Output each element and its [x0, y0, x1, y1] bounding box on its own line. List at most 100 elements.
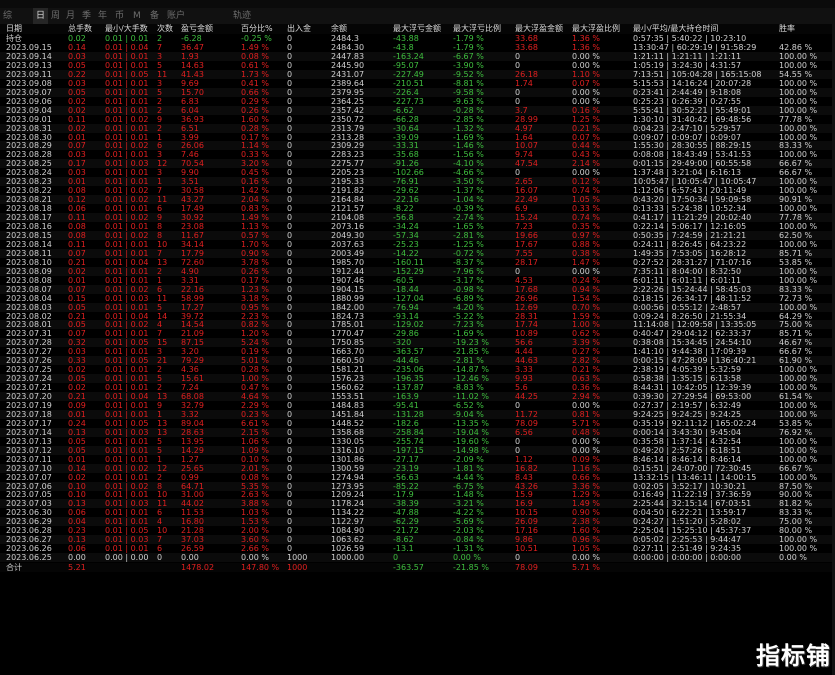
table-row[interactable]: 2023.07.19 0.09 0.01 | 0.01 9 32.79 2.29 % 0 14… — [0, 401, 835, 410]
table-row[interactable]: 2023.07.14 0.13 0.01 | 0.03 13 28.63 2.15 % 0 1… — [0, 428, 835, 437]
cell-lots: 0.22 — [68, 70, 86, 79]
table-row[interactable]: 2023.07.05 0.10 0.01 | 0.01 10 31.00 2.63 % 0 1… — [0, 490, 835, 499]
table-row[interactable]: 2023.08.25 0.17 0.01 | 0.03 12 70.54 3.20 % 0 2… — [0, 159, 835, 168]
table-row[interactable]: 2023.08.08 0.01 0.01 | 0.01 1 3.31 0.17 % 0 190… — [0, 276, 835, 285]
table-row[interactable]: 2023.08.15 0.08 0.01 | 0.02 8 11.67 0.57 % 0 20… — [0, 231, 835, 240]
tab-10[interactable]: 轨迹 — [233, 8, 251, 24]
cell-minmax: 0.01 | 0.01 — [105, 240, 149, 249]
table-row[interactable]: 2023.08.29 0.07 0.01 | 0.02 6 26.06 1.14 % 0 23… — [0, 141, 835, 150]
table-row[interactable]: 2023.08.22 0.08 0.01 | 0.02 7 30.58 1.42 % 0 21… — [0, 186, 835, 195]
table-row[interactable]: 2023.07.21 0.02 0.01 | 0.01 2 7.24 0.47 % 0 156… — [0, 383, 835, 392]
table-row[interactable]: 2023.08.28 0.03 0.01 | 0.01 3 7.46 0.33 % 0 228… — [0, 150, 835, 159]
cell-pnl: 11.53 — [181, 508, 204, 517]
table-row[interactable]: 2023.07.26 0.33 0.01 | 0.05 21 79.29 5.01 % 0 1… — [0, 356, 835, 365]
table-row[interactable]: 2023.06.28 0.23 0.01 | 0.05 10 21.28 2.00 % 0 1… — [0, 526, 835, 535]
cell-flmoney: -6.62 — [393, 106, 414, 115]
tab-7[interactable]: M — [133, 8, 141, 24]
table-row[interactable]: 2023.08.18 0.06 0.01 | 0.01 6 17.49 0.83 % 0 21… — [0, 204, 835, 213]
table-row[interactable]: 2023.08.09 0.02 0.01 | 0.01 2 4.90 0.26 % 0 191… — [0, 267, 835, 276]
tab-3[interactable]: 月 — [66, 8, 75, 24]
table-row[interactable]: 2023.07.10 0.14 0.01 | 0.02 12 25.65 2.01 % 0 1… — [0, 464, 835, 473]
table-row[interactable]: 2023.09.13 0.05 0.01 | 0.01 5 14.63 0.61 % 0 24… — [0, 61, 835, 70]
table-row[interactable]: 2023.07.20 0.21 0.01 | 0.04 13 68.08 4.64 % 0 1… — [0, 392, 835, 401]
cell-fpmoney: 44.25 — [515, 392, 538, 401]
cell-winrate: 100.00 % — [779, 61, 818, 70]
tab-1[interactable]: 日 — [33, 8, 49, 24]
cell-flmoney: -163.9 — [393, 392, 419, 401]
table-row[interactable]: 2023.08.01 0.05 0.01 | 0.02 4 14.54 0.82 % 0 17… — [0, 320, 835, 329]
cell-winrate: 77.78 % — [779, 213, 813, 222]
tab-5[interactable]: 年 — [98, 8, 107, 24]
cell-pct: 0.26 % — [241, 267, 269, 276]
table-row[interactable]: 2023.07.18 0.01 0.01 | 0.01 1 3.32 0.23 % 0 145… — [0, 410, 835, 419]
cell-time: 0:08:08 | 18:43:49 | 53:41:53 — [633, 150, 752, 159]
table-row[interactable]: 2023.08.17 0.11 0.01 | 0.02 9 30.92 1.49 % 0 21… — [0, 213, 835, 222]
cell-pnl: 0.99 — [181, 473, 199, 482]
cell-winrate: 100.00 % — [779, 276, 818, 285]
table-row[interactable]: 2023.06.26 0.06 0.01 | 0.01 6 26.59 2.66 % 0 10… — [0, 544, 835, 553]
cell-flpct: -8.37 % — [453, 258, 484, 267]
table-row[interactable]: 2023.07.31 0.07 0.01 | 0.01 7 21.09 1.20 % 0 17… — [0, 329, 835, 338]
table-row[interactable]: 2023.07.13 0.05 0.01 | 0.01 5 13.95 1.06 % 0 13… — [0, 437, 835, 446]
cell-minmax: 0.01 | 0.02 — [105, 231, 149, 240]
table-row[interactable]: 2023.07.24 0.05 0.01 | 0.01 5 15.61 1.00 % 0 15… — [0, 374, 835, 383]
total-row[interactable]: 合计 5.21 1478.02 147.80 % 1000 -363.57 -21.85 %… — [0, 563, 835, 572]
table-row[interactable]: 2023.08.10 0.21 0.01 | 0.04 13 72.60 3.78 % 0 1… — [0, 258, 835, 267]
table-row[interactable]: 2023.09.11 0.22 0.01 | 0.05 11 41.43 1.73 % 0 2… — [0, 70, 835, 79]
tab-6[interactable]: 币 — [115, 8, 124, 24]
cell-flmoney: -363.57 — [393, 347, 424, 356]
table-row[interactable]: 2023.08.21 0.12 0.01 | 0.02 11 43.27 2.04 % 0 2… — [0, 195, 835, 204]
table-row[interactable]: 2023.07.07 0.02 0.01 | 0.01 2 0.99 0.08 % 0 127… — [0, 473, 835, 482]
cell-io: 0 — [287, 329, 293, 338]
table-row[interactable]: 2023.07.12 0.05 0.01 | 0.01 5 14.29 1.09 % 0 13… — [0, 446, 835, 455]
tab-9[interactable]: 账户 — [167, 8, 185, 24]
tab-8[interactable]: 备 — [150, 8, 159, 24]
table-row[interactable]: 2023.07.28 0.32 0.01 | 0.05 15 87.15 5.24 % 0 1… — [0, 338, 835, 347]
cell-fppct: 0.24 % — [572, 276, 600, 285]
table-row[interactable]: 2023.07.17 0.24 0.01 | 0.05 13 89.04 6.61 % 0 1… — [0, 419, 835, 428]
table-row[interactable]: 2023.06.29 0.04 0.01 | 0.01 4 16.80 1.53 % 0 11… — [0, 517, 835, 526]
table-row[interactable]: 2023.09.01 0.11 0.01 | 0.02 9 36.93 1.60 % 0 23… — [0, 115, 835, 124]
table-row[interactable]: 2023.08.24 0.03 0.01 | 0.01 3 9.90 0.45 % 0 220… — [0, 168, 835, 177]
tab-2[interactable]: 周 — [51, 8, 60, 24]
table-row[interactable]: 2023.07.25 0.02 0.01 | 0.01 2 4.36 0.28 % 0 158… — [0, 365, 835, 374]
cell-winrate: 83.33 % — [779, 141, 813, 150]
table-row[interactable]: 2023.06.30 0.06 0.01 | 0.01 6 11.53 1.03 % 0 11… — [0, 508, 835, 517]
cell-balance: 2350.72 — [331, 115, 365, 124]
table-row[interactable]: 2023.09.07 0.05 0.01 | 0.01 5 15.70 0.66 % 0 23… — [0, 88, 835, 97]
cell-lots: 0.17 — [68, 159, 86, 168]
holding-row[interactable]: 持仓 0.02 0.01 | 0.01 2 -6.28 -0.25 % 0 2484.3 -43… — [0, 34, 835, 43]
tab-0[interactable]: 综 — [3, 8, 12, 24]
table-row[interactable]: 2023.08.03 0.05 0.01 | 0.01 5 17.27 0.95 % 0 18… — [0, 303, 835, 312]
table-row[interactable]: 2023.09.14 0.03 0.01 | 0.01 3 1.93 0.08 % 0 244… — [0, 52, 835, 61]
table-row[interactable]: 2023.08.31 0.02 0.01 | 0.01 2 6.51 0.28 % 0 231… — [0, 124, 835, 133]
cell-lots: 0.33 — [68, 356, 86, 365]
table-row[interactable]: 2023.08.23 0.01 0.01 | 0.01 1 3.51 0.16 % 0 219… — [0, 177, 835, 186]
table-row[interactable]: 2023.09.08 0.03 0.01 | 0.01 3 9.69 0.41 % 0 238… — [0, 79, 835, 88]
table-row[interactable]: 2023.09.06 0.02 0.01 | 0.01 2 6.83 0.29 % 0 236… — [0, 97, 835, 106]
table-row[interactable]: 2023.06.25 0.00 0.00 | 0.00 0 0.00 0.00 % 1000… — [0, 553, 835, 562]
cell-balance: 1660.50 — [331, 356, 365, 365]
cell-pct: 0.57 % — [241, 231, 269, 240]
cell-minmax: 0.01 | 0.01 — [105, 365, 149, 374]
table-row[interactable]: 2023.07.11 0.01 0.01 | 0.01 1 1.27 0.10 % 0 130… — [0, 455, 835, 464]
cell-date: 2023.07.11 — [6, 455, 52, 464]
table-row[interactable]: 2023.08.04 0.15 0.01 | 0.03 11 58.99 3.18 % 0 1… — [0, 294, 835, 303]
cell-pnl: 3.32 — [181, 410, 199, 419]
table-header[interactable]: 日期 总手数 最小/大手数 次数 盈亏金额 百分比% 出入金 余额 最大浮亏金额 最大浮亏比例 最大… — [0, 24, 835, 34]
table-row[interactable]: 2023.07.27 0.03 0.01 | 0.01 3 3.20 0.19 % 0 166… — [0, 347, 835, 356]
table-row[interactable]: 2023.08.11 0.07 0.01 | 0.01 7 17.79 0.90 % 0 20… — [0, 249, 835, 258]
tab-4[interactable]: 季 — [82, 8, 91, 24]
cell-winrate: 100.00 % — [779, 455, 818, 464]
cell-count: 6 — [157, 544, 163, 553]
table-row[interactable]: 2023.07.03 0.13 0.01 | 0.03 11 44.02 3.88 % 0 1… — [0, 499, 835, 508]
table-row[interactable]: 2023.08.07 0.07 0.01 | 0.02 6 22.16 1.23 % 0 19… — [0, 285, 835, 294]
table-row[interactable]: 2023.08.16 0.08 0.01 | 0.01 8 23.08 1.13 % 0 20… — [0, 222, 835, 231]
cell-winrate: 100.00 % — [779, 267, 818, 276]
table-row[interactable]: 2023.09.15 0.14 0.01 | 0.04 7 36.47 1.49 % 0 24… — [0, 43, 835, 52]
table-row[interactable]: 2023.09.04 0.02 0.01 | 0.01 2 6.04 0.26 % 0 235… — [0, 106, 835, 115]
table-row[interactable]: 2023.08.14 0.11 0.01 | 0.01 10 34.14 1.70 % 0 2… — [0, 240, 835, 249]
table-row[interactable]: 2023.06.27 0.13 0.01 | 0.03 7 37.03 3.60 % 0 10… — [0, 535, 835, 544]
cell-fppct: 2.14 % — [572, 159, 600, 168]
cell-minmax: 0.01 | 0.05 — [105, 338, 149, 347]
